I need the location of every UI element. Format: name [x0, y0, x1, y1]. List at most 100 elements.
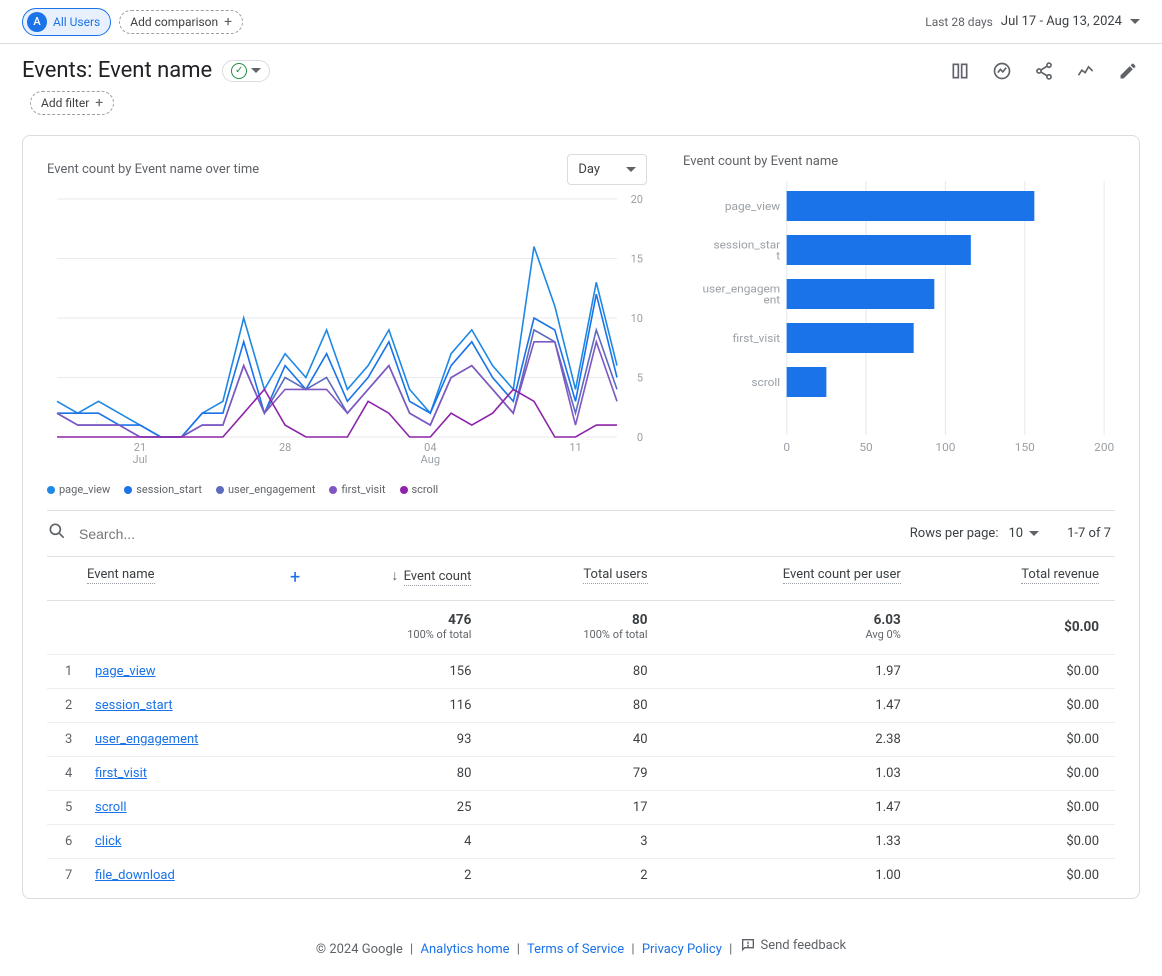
date-range-label: Last 28 days [925, 15, 993, 29]
legend-item[interactable]: page_view [47, 483, 110, 496]
bar-chart-panel: Event count by Event name 050100150200pa… [683, 154, 1115, 496]
add-dimension-icon[interactable]: + [290, 567, 300, 588]
total-users: 80 [503, 612, 647, 628]
total-count: 476 [338, 612, 471, 628]
edit-icon[interactable] [1116, 59, 1140, 83]
legend-item[interactable]: user_engagement [216, 483, 316, 496]
cell-users: 40 [487, 723, 663, 757]
event-name-link[interactable]: page_view [95, 664, 156, 679]
svg-text:first_visit: first_visit [733, 331, 781, 344]
copyright: © 2024 Google [316, 942, 403, 957]
granularity-value: Day [578, 162, 600, 177]
svg-text:t: t [776, 249, 780, 262]
feedback-icon [740, 937, 756, 953]
col-total-users[interactable]: Total users [583, 567, 647, 584]
event-name-link[interactable]: first_visit [95, 766, 147, 781]
svg-text:15: 15 [631, 253, 643, 266]
svg-text:ent: ent [763, 293, 780, 306]
insights-icon[interactable] [990, 59, 1014, 83]
cell-users: 79 [487, 757, 663, 791]
date-range-value: Jul 17 - Aug 13, 2024 [1001, 14, 1122, 29]
cell-revenue: $0.00 [917, 791, 1115, 825]
add-filter-label: Add filter [41, 96, 89, 110]
topbar: A All Users Add comparison + Last 28 day… [0, 0, 1162, 44]
event-name-link[interactable]: click [95, 834, 122, 849]
add-comparison-chip[interactable]: Add comparison + [119, 10, 243, 34]
cell-count: 2 [322, 859, 487, 893]
table-row: 2session_start 116 80 1.47 $0.00 [47, 689, 1115, 723]
col-revenue[interactable]: Total revenue [1021, 567, 1099, 584]
footer: © 2024 Google | Analytics home | Terms o… [0, 919, 1162, 971]
line-chart-panel: Event count by Event name over time Day … [47, 154, 647, 496]
customize-report-icon[interactable] [948, 59, 972, 83]
segment-all-users-chip[interactable]: A All Users [22, 8, 111, 36]
event-name-link[interactable]: scroll [95, 800, 127, 815]
date-range-picker[interactable]: Last 28 days Jul 17 - Aug 13, 2024 [925, 14, 1140, 29]
granularity-dropdown[interactable]: Day [567, 154, 647, 185]
cell-revenue: $0.00 [917, 655, 1115, 689]
col-event-count[interactable]: Event count [404, 569, 472, 586]
svg-text:11: 11 [569, 441, 581, 454]
total-per-user-sub: Avg 0% [680, 628, 901, 641]
footer-link-privacy[interactable]: Privacy Policy [642, 942, 722, 957]
status-pill[interactable]: ✓ [222, 60, 270, 82]
feedback-label: Send feedback [761, 938, 847, 953]
svg-text:Aug: Aug [421, 453, 440, 466]
cell-users: 80 [487, 689, 663, 723]
add-comparison-label: Add comparison [130, 15, 218, 29]
total-count-sub: 100% of total [338, 628, 471, 641]
cell-users: 17 [487, 791, 663, 825]
line-chart: 0510152021Jul2804Aug11 [47, 193, 647, 473]
svg-text:session_star: session_star [713, 238, 780, 251]
share-icon[interactable] [1032, 59, 1056, 83]
add-filter-chip[interactable]: Add filter + [30, 91, 114, 115]
chevron-down-icon [626, 167, 636, 172]
cell-per-user: 1.03 [664, 757, 917, 791]
rows-per-page-value: 10 [1008, 526, 1023, 541]
chevron-down-icon [251, 68, 261, 73]
cell-per-user: 1.33 [664, 825, 917, 859]
svg-text:100: 100 [935, 440, 955, 453]
cell-revenue: $0.00 [917, 825, 1115, 859]
total-revenue: $0.00 [933, 619, 1099, 635]
page-title: Events: Event name [22, 58, 212, 83]
events-table: Event name + ↓ Event count Total users E… [47, 556, 1115, 892]
cell-per-user: 1.00 [664, 859, 917, 893]
cell-users: 2 [487, 859, 663, 893]
legend-item[interactable]: first_visit [329, 483, 385, 496]
svg-text:5: 5 [637, 372, 643, 385]
title-row: Events: Event name ✓ [0, 44, 1162, 87]
compare-icon[interactable] [1074, 59, 1098, 83]
cell-users: 80 [487, 655, 663, 689]
col-event-name[interactable]: Event name [87, 567, 155, 584]
table-row: 7file_download 2 2 1.00 $0.00 [47, 859, 1115, 893]
cell-per-user: 1.97 [664, 655, 917, 689]
line-chart-title: Event count by Event name over time [47, 162, 259, 177]
legend-item[interactable]: scroll [400, 483, 439, 496]
cell-revenue: $0.00 [917, 859, 1115, 893]
search-input[interactable] [79, 526, 910, 542]
segment-label: All Users [53, 15, 100, 29]
legend-item[interactable]: session_start [124, 483, 202, 496]
chevron-down-icon [1029, 531, 1039, 536]
footer-link-terms[interactable]: Terms of Service [527, 942, 624, 957]
plus-icon: + [224, 14, 232, 30]
event-name-link[interactable]: user_engagement [95, 732, 198, 747]
svg-text:20: 20 [631, 193, 643, 206]
event-name-link[interactable]: session_start [95, 698, 173, 713]
footer-link-analytics-home[interactable]: Analytics home [420, 942, 509, 957]
svg-text:page_view: page_view [725, 199, 781, 212]
cell-revenue: $0.00 [917, 689, 1115, 723]
cell-count: 25 [322, 791, 487, 825]
cell-count: 93 [322, 723, 487, 757]
rows-per-page-select[interactable]: 10 [1008, 526, 1039, 541]
svg-text:200: 200 [1094, 440, 1114, 453]
total-users-sub: 100% of total [503, 628, 647, 641]
svg-text:Jul: Jul [133, 453, 148, 466]
line-chart-legend: page_view session_start user_engagement fir… [47, 483, 647, 496]
send-feedback-link[interactable]: Send feedback [740, 937, 847, 953]
col-per-user[interactable]: Event count per user [783, 567, 901, 584]
event-name-link[interactable]: file_download [95, 868, 175, 883]
pagination-range: 1-7 of 7 [1067, 526, 1111, 541]
rows-per-page-label: Rows per page: [910, 526, 999, 541]
